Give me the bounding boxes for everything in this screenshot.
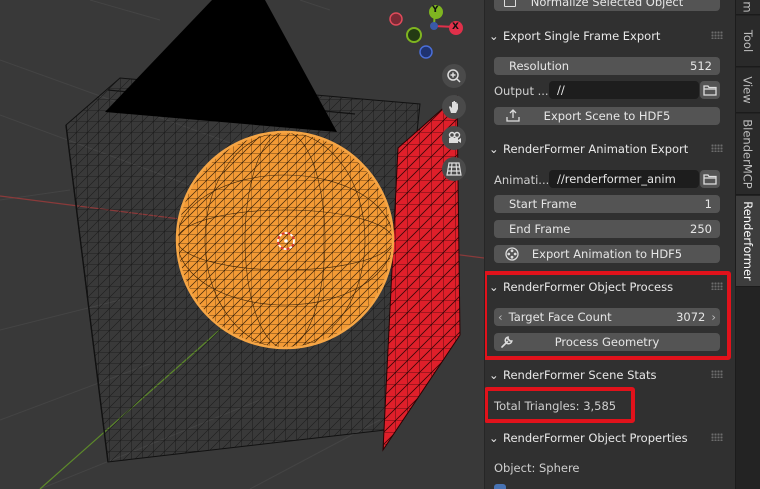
sidebar-panel: Normalize Selected Object ⌄ Export Singl… [484,0,736,489]
checkbox[interactable] [494,484,506,489]
neg-x-icon[interactable] [389,12,403,26]
grid-icon [446,162,462,176]
output-browse-button[interactable] [700,81,720,99]
zoom-icon [447,69,461,83]
chevron-down-icon: ⌄ [489,431,499,445]
gizmo-x-label: X [452,22,459,32]
scene-canvas[interactable] [0,0,484,489]
tab-view[interactable]: View [736,68,760,113]
drag-grip-icon[interactable] [711,433,723,441]
object-properties-header[interactable]: ⌄ RenderFormer Object Properties [489,427,729,449]
resolution-field[interactable]: Resolution 512 [494,57,720,75]
camera-button[interactable] [442,126,466,150]
drag-grip-icon[interactable] [711,370,723,378]
animation-path-label: Animati... [494,173,550,187]
tab-item[interactable]: m [736,0,760,15]
normalize-button[interactable]: Normalize Selected Object [494,0,720,11]
tab-tool[interactable]: Tool [736,16,760,67]
tab-blendermcp[interactable]: BlenderMCP [736,114,760,195]
neg-y-icon[interactable] [406,27,422,43]
animation-browse-button[interactable] [700,170,720,188]
hand-icon [449,101,458,113]
animation-path-input[interactable]: //renderformer_anim [549,170,699,188]
file-icon [504,0,516,7]
export-scene-button[interactable]: Export Scene to HDF5 [494,107,720,125]
export-animation-button[interactable]: Export Animation to HDF5 [494,245,720,263]
highlight-object-process [485,271,731,360]
folder-icon [703,174,717,185]
end-frame-field[interactable]: End Frame 250 [494,220,720,238]
folder-icon [703,85,717,96]
export-single-header[interactable]: ⌄ Export Single Frame Export [489,25,729,47]
film-reel-icon [505,247,519,261]
sidebar-tabs: m Tool View BlenderMCP Renderformer [735,0,760,489]
object-name-text: Object: Sphere [494,461,580,475]
output-label: Output ... [494,84,549,98]
cone-object[interactable] [105,0,337,132]
animation-export-header[interactable]: ⌄ RenderFormer Animation Export [489,138,729,160]
chevron-down-icon: ⌄ [489,29,499,43]
chevron-down-icon: ⌄ [489,368,499,382]
z-axis-icon[interactable] [430,22,438,30]
pan-button[interactable] [442,95,466,119]
chevron-down-icon: ⌄ [489,142,499,156]
highlight-scene-stats [485,387,635,423]
zoom-button[interactable] [442,64,466,88]
ortho-toggle-button[interactable] [442,157,466,181]
tab-renderformer[interactable]: Renderformer [736,196,760,287]
start-frame-field[interactable]: Start Frame 1 [494,195,720,213]
camera-icon [448,131,461,143]
output-path-input[interactable]: // [549,81,699,99]
scene-stats-header[interactable]: ⌄ RenderFormer Scene Stats [489,364,729,386]
export-icon [506,109,520,122]
gizmo-y-label: Y [432,5,439,15]
neg-z-icon[interactable] [419,45,433,59]
drag-grip-icon[interactable] [711,144,723,152]
drag-grip-icon[interactable] [711,31,723,39]
3d-viewport[interactable]: Y X [0,0,484,489]
